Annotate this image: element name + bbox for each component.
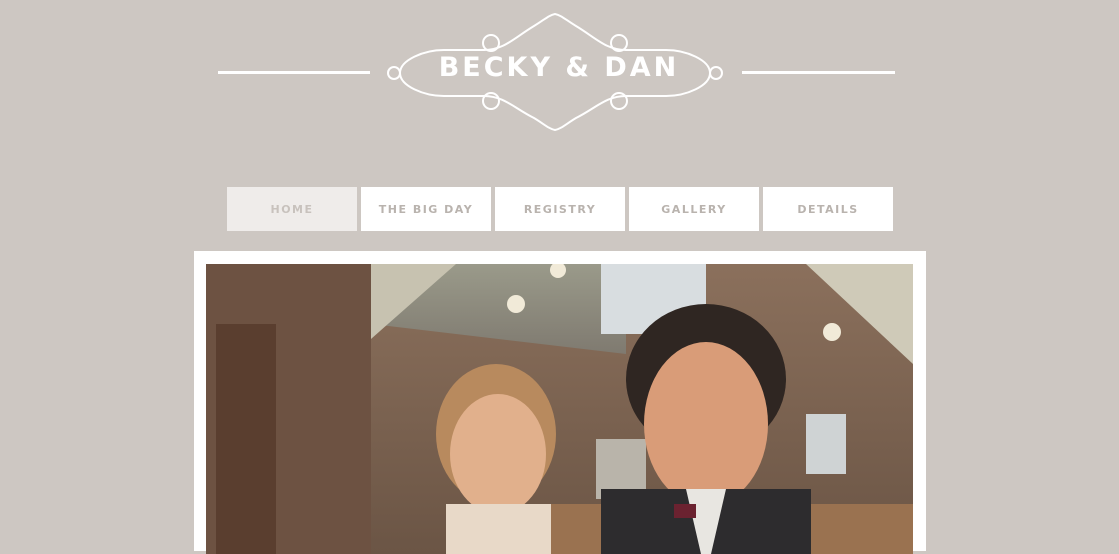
photo-frame	[194, 251, 926, 554]
nav-registry[interactable]: REGISTRY	[495, 187, 625, 231]
nav-home[interactable]: HOME	[227, 187, 357, 231]
header-rule-right	[742, 71, 895, 74]
couple-photo	[206, 264, 913, 554]
header-rule-left	[218, 71, 370, 74]
nav-details[interactable]: DETAILS	[763, 187, 893, 231]
site-title: BECKY & DAN	[438, 52, 680, 83]
site-header: BECKY & DAN	[0, 0, 1119, 150]
couple-photo-illustration	[206, 264, 913, 554]
nav-gallery[interactable]: GALLERY	[629, 187, 759, 231]
main-nav: HOME THE BIG DAY REGISTRY GALLERY DETAIL…	[227, 187, 893, 231]
nav-the-big-day[interactable]: THE BIG DAY	[361, 187, 491, 231]
